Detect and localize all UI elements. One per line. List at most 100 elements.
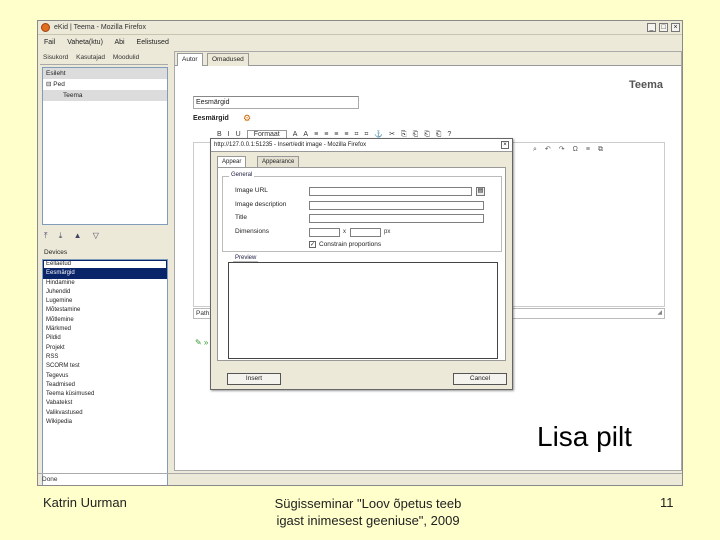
dimensions-label: Dimensions	[235, 228, 269, 235]
toolbar-button[interactable]: ⌗	[364, 131, 368, 138]
toolbar-button[interactable]: I	[228, 131, 230, 138]
preview-legend: Preview	[233, 255, 259, 262]
image-url-input[interactable]	[309, 187, 472, 196]
sidebar-tab-contents[interactable]: Sisukord	[43, 54, 68, 61]
slide-event-line-1: Sügisseminar "Loov õpetus teeb	[274, 496, 462, 511]
toolbar-button[interactable]: ≡	[314, 131, 318, 138]
tab-author[interactable]: Autor	[177, 53, 203, 66]
device-item[interactable]: Wikipedia	[43, 418, 167, 427]
toolbar-button[interactable]: ⎗	[424, 131, 430, 138]
device-item[interactable]: Lugemine	[43, 297, 167, 306]
constrain-proportions-checkbox[interactable]: ✓ Constrain proportions	[309, 241, 381, 248]
menu-bar: Fail Vaheta(ktu) Abi Eelistused	[38, 36, 682, 49]
content-tabs: Autor Omadused	[175, 52, 681, 66]
cancel-button[interactable]: Cancel	[453, 373, 507, 385]
page-title: Teema	[628, 79, 663, 91]
menu-switch[interactable]: Vaheta(ktu)	[67, 39, 103, 46]
toolbar-button[interactable]: ≡	[334, 131, 338, 138]
constrain-label: Constrain proportions	[319, 241, 382, 249]
title-input[interactable]	[309, 214, 484, 223]
device-item[interactable]: Eesmärgid	[43, 269, 167, 279]
image-description-input[interactable]	[309, 201, 484, 210]
settings-icon[interactable]: ⚙	[243, 113, 251, 124]
insert-image-dialog: http://127.0.0.1:51235 - Insert/edit ima…	[210, 138, 513, 390]
dialog-panel: General Image URL ▤ Image description Ti…	[217, 167, 506, 361]
tree-item-label: Ped	[53, 81, 65, 88]
dimension-separator: x	[343, 229, 346, 235]
device-item[interactable]: Mõtestamine	[43, 306, 167, 315]
toolbar-button[interactable]: ⎗	[436, 131, 442, 138]
tab-properties[interactable]: Omadused	[207, 53, 249, 66]
browse-icon[interactable]: ▤	[476, 187, 485, 196]
toolbar-button[interactable]: ≡	[324, 131, 328, 138]
tree-toolbar: ⤒ ⤓ ▲ ▽	[44, 231, 108, 243]
toolbar-button[interactable]: ⎗	[413, 131, 419, 138]
toolbar-button[interactable]: ⚓	[374, 131, 383, 138]
toolbar-button[interactable]: ✂	[389, 131, 395, 138]
tree-item-home[interactable]: Esileht	[43, 68, 167, 79]
tree-item-topic[interactable]: Teema	[43, 90, 167, 101]
device-item[interactable]: RSS	[43, 353, 167, 362]
slide-author: Katrin Uurman	[43, 495, 127, 510]
menu-file[interactable]: Fail	[44, 39, 55, 46]
device-item[interactable]: Pildid	[43, 334, 167, 343]
path-label: Path:	[196, 310, 212, 317]
toolbar-button[interactable]: ⌗	[354, 131, 358, 138]
toolbar-button[interactable]: ⎘	[401, 131, 407, 138]
slide-caption: Lisa pilt	[537, 421, 632, 452]
general-legend: General	[229, 172, 255, 178]
dialog-close-button[interactable]: ×	[501, 141, 509, 149]
window-title: eKid | Teema - Mozilla Firefox	[54, 24, 146, 31]
device-item[interactable]: Märkmed	[43, 325, 167, 334]
devices-list: Eellaetud Eesmärgid Hindamine Juhendid Lugem…	[42, 259, 168, 485]
move-down-icon[interactable]: ⤓	[59, 231, 63, 240]
device-item[interactable]: Vabatekst	[43, 399, 167, 408]
device-item[interactable]: Mõtlemine	[43, 316, 167, 325]
device-item[interactable]: Teema küsimused	[43, 390, 167, 399]
move-up-icon[interactable]: ⤒	[44, 231, 48, 240]
toolbar-button[interactable]: B	[217, 131, 222, 138]
device-item[interactable]: Hindamine	[43, 279, 167, 288]
device-item[interactable]: Projekt	[43, 344, 167, 353]
sidebar-tab-users[interactable]: Kasutajad	[76, 54, 105, 61]
tab-appearance[interactable]: Appearance	[257, 156, 300, 167]
toolbar-button[interactable]: ≡	[344, 131, 348, 138]
insert-button[interactable]: Insert	[227, 373, 281, 385]
tree-item-ped[interactable]: ⊟ Ped	[43, 79, 167, 90]
image-url-label: Image URL	[235, 187, 268, 194]
device-item[interactable]: Juhendid	[43, 288, 167, 297]
arrow-up-icon[interactable]: ▲	[74, 231, 82, 240]
close-button[interactable]: ×	[671, 23, 680, 32]
menu-help[interactable]: Abi	[114, 39, 124, 46]
title-field[interactable]: Eesmärgid	[193, 96, 359, 109]
slide-event: Sügisseminar "Loov õpetus teeb igast ini…	[258, 495, 478, 529]
toolbar-button[interactable]: A	[303, 131, 308, 138]
arrow-down-icon[interactable]: ▽	[93, 231, 99, 240]
width-input[interactable]	[309, 228, 340, 237]
height-input[interactable]	[350, 228, 381, 237]
menu-preferences[interactable]: Eelistused	[137, 39, 169, 46]
slide-event-line-2: igast inimesest geeniuse", 2009	[276, 513, 460, 528]
general-fieldset: General Image URL ▤ Image description Ti…	[222, 172, 502, 252]
field-label: Eesmärgid	[193, 115, 229, 122]
dialog-title: http://127.0.0.1:51235 - Insert/edit ima…	[211, 139, 512, 152]
device-item[interactable]: Valikvastused	[43, 409, 167, 418]
toolbar-button[interactable]: A	[293, 131, 298, 138]
slide-page-number: 11	[660, 495, 674, 510]
sidebar: Sisukord Kasutajad Moodulid Esileht ⊟ Pe…	[40, 51, 168, 485]
minimize-button[interactable]: _	[647, 23, 656, 32]
device-item[interactable]: SCORM test	[43, 362, 167, 371]
tab-appear[interactable]: Appear	[217, 156, 247, 167]
edit-icons[interactable]: ✎ »	[195, 338, 208, 347]
maximize-button[interactable]: □	[659, 23, 668, 32]
toolbar-button[interactable]: ?	[447, 131, 451, 138]
device-item[interactable]: Teadmised	[43, 381, 167, 390]
device-item[interactable]: Eellaetud	[43, 260, 167, 270]
device-item[interactable]: Tegevus	[43, 372, 167, 381]
sidebar-tab-modules[interactable]: Moodulid	[113, 54, 139, 61]
image-description-label: Image description	[235, 201, 287, 208]
resize-grip-icon[interactable]: ◢	[657, 309, 662, 318]
sidebar-tabs: Sisukord Kasutajad Moodulid	[40, 51, 168, 65]
toolbar-button[interactable]: U	[236, 131, 241, 138]
firefox-icon	[41, 23, 50, 32]
